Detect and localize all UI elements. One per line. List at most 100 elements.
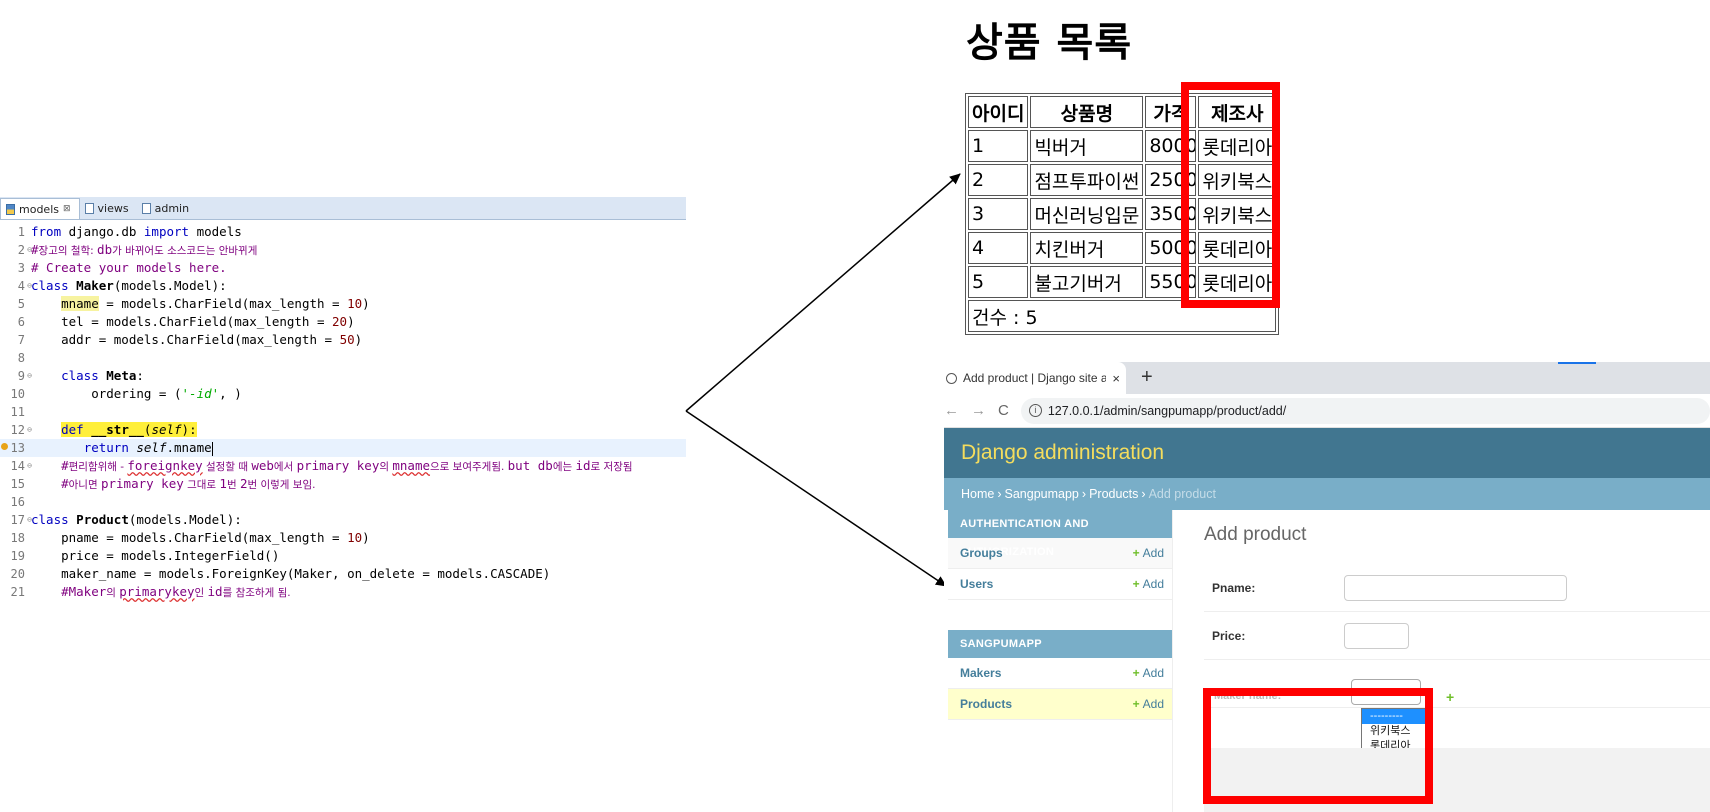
warning-icon	[1, 443, 8, 450]
code-line: 7 addr = models.CharField(max_length = 5…	[17, 332, 363, 347]
sidebar-item-label[interactable]: Users	[960, 577, 993, 591]
code-line: 5 mname = models.CharField(max_length = …	[17, 296, 370, 311]
browser-toolbar: ← → C i 127.0.0.1/admin/sangpumapp/produ…	[944, 394, 1710, 428]
cell-id: 1	[968, 130, 1029, 162]
cell-name: 머신러닝입문	[1030, 198, 1144, 230]
breadcrumb-app[interactable]: Sangpumapp	[1005, 487, 1079, 501]
breadcrumb-home[interactable]: Home	[961, 487, 994, 501]
python-file-icon	[6, 203, 15, 215]
module-caption-app[interactable]: SANGPUMAPP	[948, 630, 1172, 658]
browser-tab[interactable]: Add product | Django site admin ×	[944, 362, 1126, 394]
forward-icon[interactable]: →	[971, 402, 986, 419]
page-title: 상품 목록	[966, 20, 1133, 66]
breadcrumb-separator: ›	[997, 487, 1002, 501]
cell-id: 4	[968, 232, 1029, 264]
arrow-to-admin	[685, 410, 947, 587]
price-label: Price:	[1212, 628, 1246, 643]
plus-icon: +	[1132, 546, 1140, 560]
breadcrumb-separator: ›	[1081, 487, 1087, 501]
admin-header: Django administration	[944, 428, 1710, 478]
close-icon[interactable]: ×	[1112, 371, 1120, 386]
globe-icon	[946, 372, 957, 384]
code-area[interactable]: 1 from django.db import models 2 ⊖ #장고의 철학:…	[0, 220, 686, 601]
code-line: 9 ⊖ class Meta:	[17, 368, 144, 383]
sidebar-divider	[1172, 510, 1173, 812]
cell-name: 점프투파이썬	[1030, 164, 1144, 196]
code-line: 19 price = models.IntegerField()	[10, 548, 280, 563]
back-icon[interactable]: ←	[944, 402, 959, 419]
admin-sidebar: AUTHENTICATION AND AUTHORIZATION Groups …	[948, 510, 1172, 720]
code-line: 21 #Maker의 primarykey인 id를 참조하게 됨.	[10, 584, 291, 599]
code-line: 10 ordering = ('-id', )	[10, 386, 242, 401]
form-row-price: Price:	[1204, 612, 1710, 660]
maker-column-highlight	[1181, 82, 1280, 308]
plus-icon: +	[1132, 577, 1140, 591]
sidebar-item-label[interactable]: Products	[960, 697, 1012, 711]
code-line: 2 ⊖ #장고의 철학: db가 바뀌어도 소스코드는 안바뀌게	[17, 242, 258, 257]
code-line: 6 tel = models.CharField(max_length = 20…	[17, 314, 355, 329]
form-row-pname: Pname:	[1204, 564, 1710, 612]
tab-label: views	[97, 202, 129, 215]
pname-input[interactable]	[1344, 574, 1567, 601]
sidebar-item-label[interactable]: Groups	[960, 546, 1003, 560]
url-text: 127.0.0.1/admin/sangpumapp/product/add/	[1047, 403, 1287, 418]
header-name: 상품명	[1030, 96, 1144, 128]
file-icon	[141, 203, 151, 214]
browser-tab-title: Add product | Django site admin	[963, 371, 1107, 385]
add-maker-icon[interactable]: +	[1446, 689, 1454, 705]
breadcrumb-current: Add product	[1148, 487, 1216, 501]
arrow-to-list	[685, 173, 961, 412]
page-heading: Add product	[1204, 524, 1307, 545]
sidebar-item-label[interactable]: Makers	[960, 666, 1001, 680]
admin-brand[interactable]: Django administration	[961, 441, 1164, 465]
tab-admin[interactable]: admin	[137, 198, 197, 219]
breadcrumb-separator: ›	[1141, 487, 1146, 501]
code-line: 12 ⊖ def __str__(self):	[10, 422, 197, 437]
browser-tabstrip: Add product | Django site admin × +	[944, 362, 1710, 394]
admin-content: Add product Pname: Price:	[1204, 510, 1710, 708]
breadcrumb-model[interactable]: Products	[1089, 487, 1138, 501]
info-icon[interactable]: i	[1028, 404, 1042, 417]
sidebar-item-users[interactable]: Users + Add	[948, 569, 1172, 600]
reload-icon[interactable]: C	[998, 402, 1009, 419]
sidebar-item-makers[interactable]: Makers + Add	[948, 658, 1172, 689]
close-icon[interactable]: ⊠	[63, 204, 71, 214]
cell-id: 3	[968, 198, 1029, 230]
editor-tab-bar: models ⊠ views admin	[0, 197, 686, 220]
code-line: 8	[17, 351, 25, 365]
cell-id: 2	[968, 164, 1029, 196]
tab-label: admin	[154, 202, 190, 215]
tab-label: models	[19, 202, 59, 216]
price-input[interactable]	[1344, 622, 1409, 649]
address-bar[interactable]: i 127.0.0.1/admin/sangpumapp/product/add…	[1020, 397, 1710, 424]
add-link[interactable]: + Add	[1133, 697, 1164, 711]
tab-models[interactable]: models ⊠	[0, 198, 80, 219]
code-line: 11	[10, 405, 25, 419]
sidebar-item-products[interactable]: Products + Add	[948, 689, 1172, 720]
breadcrumb: Home › Sangpumapp › Products › Add produ…	[944, 478, 1710, 510]
pname-label: Pname:	[1212, 580, 1256, 595]
add-link[interactable]: + Add	[1133, 577, 1164, 591]
cell-name: 치킨버거	[1030, 232, 1144, 264]
tab-views[interactable]: views	[80, 198, 137, 219]
code-line: 3 # Create your models here.	[17, 260, 227, 275]
code-line: 18 pname = models.CharField(max_length =…	[10, 530, 370, 545]
code-line: 17 ⊖ class Product(models.Model):	[10, 512, 242, 527]
code-line: 15 #아니면 primary key 그대로 1번 2번 이렇게 보임.	[10, 476, 316, 491]
plus-icon: +	[1132, 666, 1140, 680]
module-caption-auth[interactable]: AUTHENTICATION AND AUTHORIZATION	[948, 510, 1172, 558]
code-line: 1 from django.db import models	[17, 224, 242, 239]
code-line: 20 maker_name = models.ForeignKey(Maker,…	[10, 566, 551, 581]
cell-id: 5	[968, 266, 1029, 298]
dropdown-highlight	[1203, 688, 1433, 804]
code-line: 14 ⊖ #편리함위해 - foreignkey 설정할 때 web에서 prim…	[10, 458, 633, 473]
plus-icon: +	[1132, 697, 1140, 711]
text-caret	[211, 441, 213, 456]
code-editor: models ⊠ views admin 1 from django.db imp…	[0, 197, 686, 625]
header-id: 아이디	[968, 96, 1029, 128]
add-link[interactable]: + Add	[1133, 546, 1164, 560]
new-tab-button[interactable]: +	[1141, 366, 1153, 389]
code-line: 4 ⊖ class Maker(models.Model):	[17, 278, 227, 293]
add-link[interactable]: + Add	[1133, 666, 1164, 680]
